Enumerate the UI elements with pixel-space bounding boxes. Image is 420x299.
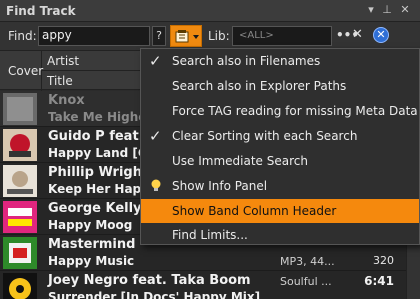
menu-item-label: Show Band Column Header: [172, 204, 337, 218]
close-circle-icon: ✕: [376, 28, 386, 41]
track-artist: Joey Negro feat. Taka Boom: [48, 273, 251, 288]
menu-item-show-info-panel[interactable]: Show Info Panel: [141, 174, 419, 198]
title-bar: Find Track ▾ ⊥ ✕: [0, 0, 420, 22]
menu-item-label: Clear Sorting with each Search: [172, 129, 358, 143]
cover-art: [3, 93, 37, 125]
track-title: Happy Music: [48, 254, 135, 268]
window-title: Find Track: [6, 4, 76, 18]
find-label: Find:: [8, 29, 37, 43]
menu-item-label: Force TAG reading for missing Meta Data: [172, 104, 418, 118]
track-title: Surrender [Jn Docs' Happy Mix]: [48, 290, 261, 299]
find-input[interactable]: appy: [38, 26, 150, 46]
cover-art: [3, 165, 37, 197]
dropdown-icon[interactable]: ▾: [364, 3, 378, 17]
options-icon: [175, 30, 199, 43]
menu-item-label: Search also in Explorer Paths: [172, 79, 347, 93]
track-artist: Phillip Wright: [48, 165, 149, 180]
cover-art: [3, 273, 37, 299]
menu-item-label: Use Immediate Search: [172, 154, 308, 168]
track-artist: Mastermind: [48, 237, 136, 252]
help-button[interactable]: ?: [152, 26, 166, 46]
track-genre: Soulful ...: [280, 275, 332, 288]
go-search-button[interactable]: ✕: [373, 27, 389, 43]
track-title: Take Me Higher: [48, 110, 153, 124]
menu-item-find-limits[interactable]: Find Limits...: [141, 223, 419, 247]
cover-art: [3, 201, 37, 233]
menu-item-search-filenames[interactable]: ✓ Search also in Filenames: [141, 49, 419, 73]
menu-item-show-band-column-header[interactable]: Show Band Column Header: [141, 199, 419, 223]
cover-art: [3, 129, 37, 161]
menu-item-force-tag-reading[interactable]: Force TAG reading for missing Meta Data: [141, 99, 419, 123]
column-cover[interactable]: Cover: [0, 51, 43, 91]
check-icon: ✓: [149, 52, 162, 70]
close-icon[interactable]: ✕: [398, 3, 412, 17]
track-format: MP3, 44...: [280, 255, 335, 268]
menu-item-search-explorer-paths[interactable]: Search also in Explorer Paths: [141, 74, 419, 98]
lightbulb-icon: [151, 179, 161, 191]
track-artist: George Kelly: [48, 201, 142, 216]
track-artist: Knox: [48, 93, 85, 108]
search-options-button[interactable]: [170, 25, 202, 47]
check-icon: ✓: [149, 127, 162, 145]
menu-item-label: Show Info Panel: [172, 179, 268, 193]
clear-search-button[interactable]: ✕: [352, 27, 363, 42]
library-select[interactable]: <ALL>: [232, 26, 332, 46]
table-row[interactable]: Joey Negro feat. Taka Boom Surrender [Jn…: [0, 271, 420, 299]
search-options-menu: ✓ Search also in Filenames Search also i…: [140, 48, 420, 245]
track-title: Happy Moog: [48, 218, 133, 232]
cover-art: [3, 237, 37, 269]
track-bitrate: 320: [373, 254, 394, 267]
track-duration: 6:41: [364, 274, 394, 288]
menu-item-label: Search also in Filenames: [172, 54, 321, 68]
menu-item-immediate-search[interactable]: Use Immediate Search: [141, 149, 419, 173]
library-label: Lib:: [208, 29, 230, 43]
menu-item-clear-sorting[interactable]: ✓ Clear Sorting with each Search: [141, 124, 419, 148]
search-bar: Find: appy ? Lib: <ALL> ••• ✕ ✕: [0, 22, 420, 50]
menu-item-label: Find Limits...: [172, 228, 248, 242]
pin-icon[interactable]: ⊥: [380, 3, 394, 17]
track-artist: Guido P feat. J: [48, 129, 153, 144]
